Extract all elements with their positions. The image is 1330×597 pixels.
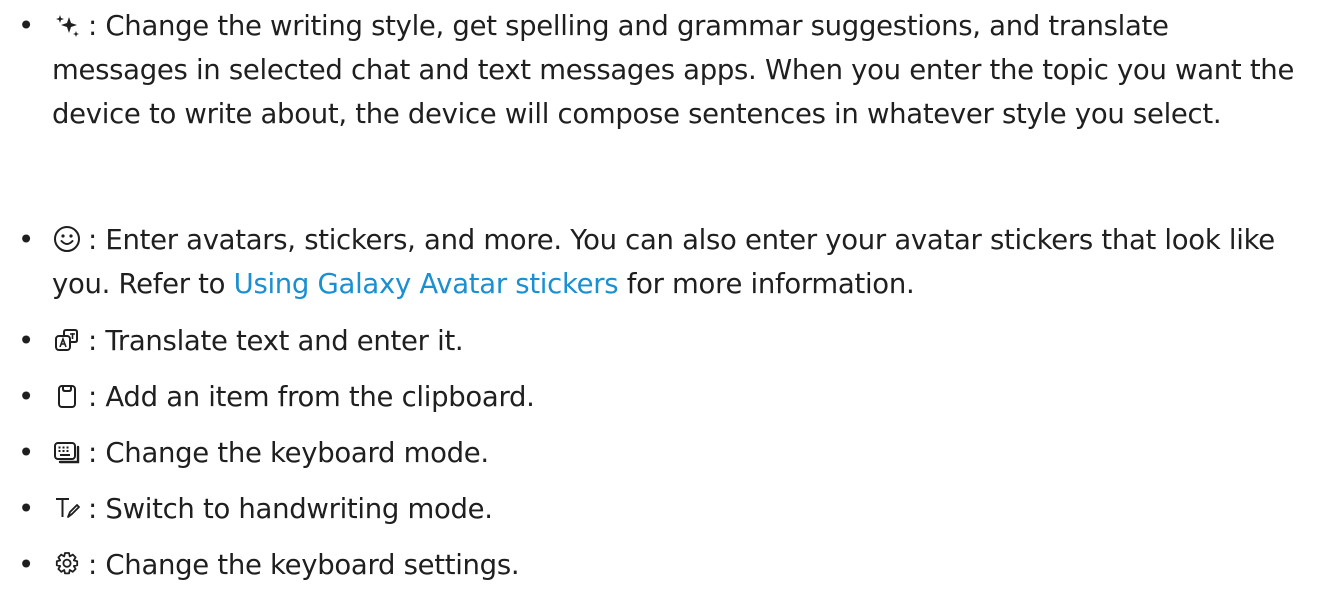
handwriting-icon xyxy=(52,493,82,523)
list-item: • : Switch to handwriting mode. xyxy=(0,487,523,531)
clipboard-icon xyxy=(52,381,82,411)
emoji-smile-icon xyxy=(52,224,82,254)
item-text: : Translate text and enter it. xyxy=(88,325,464,357)
item-text: : Change the keyboard settings. xyxy=(88,549,520,581)
item-text: : Change the keyboard mode. xyxy=(88,437,489,469)
bullet: • xyxy=(18,325,34,357)
item-text: : Add an item from the clipboard. xyxy=(88,381,535,413)
item-text: : Change the writing style, get spelling… xyxy=(52,10,1295,130)
list-item: • : Enter avatars, stickers, and more. Y… xyxy=(0,218,1330,306)
translate-icon xyxy=(52,325,82,355)
list-item: • : Change the keyboard settings. xyxy=(0,543,549,587)
avatar-stickers-link[interactable]: Using Galaxy Avatar stickers xyxy=(234,268,619,300)
bullet: • xyxy=(18,224,34,256)
bullet: • xyxy=(18,549,34,581)
item-text: : Switch to handwriting mode. xyxy=(88,493,493,525)
item-text-after: for more information. xyxy=(618,268,915,300)
list-item: • : Translate text and enter it. xyxy=(0,319,493,363)
bullet: • xyxy=(18,437,34,469)
bullet: • xyxy=(18,10,34,42)
keyboard-mode-icon xyxy=(52,437,82,467)
gear-icon xyxy=(52,549,82,579)
bullet: • xyxy=(18,381,34,413)
sparkle-ai-icon xyxy=(52,10,82,40)
list-item: • : Add an item from the clipboard. xyxy=(0,375,565,419)
list-item: • : Change the writing style, get spelli… xyxy=(0,4,1330,136)
list-item: • : Change the keyboard mode. xyxy=(0,431,519,475)
bullet: • xyxy=(18,493,34,525)
